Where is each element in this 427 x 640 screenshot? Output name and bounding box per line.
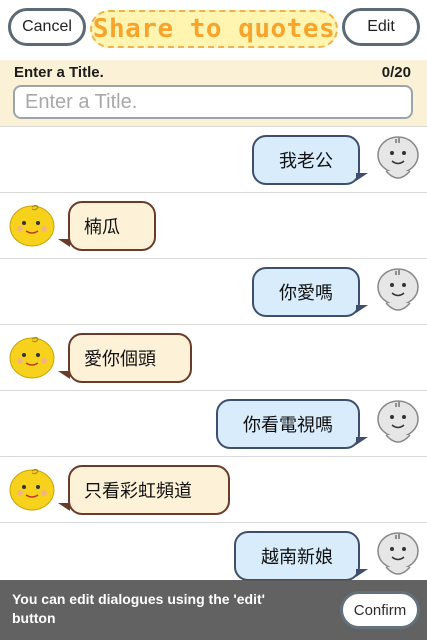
title-label: Enter a Title. <box>14 64 104 81</box>
dialogue-row[interactable]: 我老公 <box>0 126 427 192</box>
gray-character-avatar-icon <box>377 136 419 179</box>
page-title: Share to quotes <box>90 10 338 48</box>
dialogue-row[interactable]: 愛你個頭 <box>0 324 427 390</box>
edit-hint-text: You can edit dialogues using the 'edit' … <box>12 591 265 626</box>
yellow-character-avatar-icon <box>9 204 55 247</box>
gray-character-avatar-icon <box>377 532 419 575</box>
speech-bubble-left[interactable]: 楠瓜 <box>68 201 156 251</box>
gray-character-avatar-icon <box>377 400 419 443</box>
bubble-tail <box>356 437 368 445</box>
gray-character-avatar-icon <box>377 268 419 311</box>
message-text: 你愛嗎 <box>279 283 333 304</box>
dialogue-row[interactable]: 越南新娘 <box>0 522 427 588</box>
title-input[interactable] <box>13 85 413 119</box>
dialogue-row[interactable]: 楠瓜 <box>0 192 427 258</box>
footer-bar: You can edit dialogues using the 'edit' … <box>0 580 427 640</box>
message-text: 楠瓜 <box>84 217 120 238</box>
title-panel: Enter a Title. 0/20 <box>0 60 427 126</box>
message-text: 你看電視嗎 <box>243 415 333 436</box>
bubble-tail <box>356 305 368 313</box>
yellow-character-avatar-icon <box>9 468 55 511</box>
yellow-character-avatar-icon <box>9 336 55 379</box>
top-bar: Cancel Share to quotes Edit <box>0 0 427 60</box>
speech-bubble-right[interactable]: 我老公 <box>252 135 360 185</box>
speech-bubble-left[interactable]: 只看彩虹頻道 <box>68 465 230 515</box>
confirm-button[interactable]: Confirm <box>340 591 420 629</box>
message-text: 只看彩虹頻道 <box>84 481 192 502</box>
cancel-button[interactable]: Cancel <box>8 8 86 46</box>
dialogue-row[interactable]: 只看彩虹頻道 <box>0 456 427 522</box>
bubble-tail <box>356 569 368 577</box>
speech-bubble-left[interactable]: 愛你個頭 <box>68 333 192 383</box>
speech-bubble-right[interactable]: 你愛嗎 <box>252 267 360 317</box>
dialogue-row[interactable]: 你愛嗎 <box>0 258 427 324</box>
speech-bubble-right[interactable]: 你看電視嗎 <box>216 399 360 449</box>
edit-button[interactable]: Edit <box>342 8 420 46</box>
dialogue-row[interactable]: 你看電視嗎 <box>0 390 427 456</box>
bubble-tail <box>356 173 368 181</box>
message-text: 越南新娘 <box>261 547 333 568</box>
speech-bubble-right[interactable]: 越南新娘 <box>234 531 360 581</box>
message-text: 愛你個頭 <box>84 349 156 370</box>
message-text: 我老公 <box>279 151 333 172</box>
title-char-count: 0/20 <box>381 64 411 81</box>
